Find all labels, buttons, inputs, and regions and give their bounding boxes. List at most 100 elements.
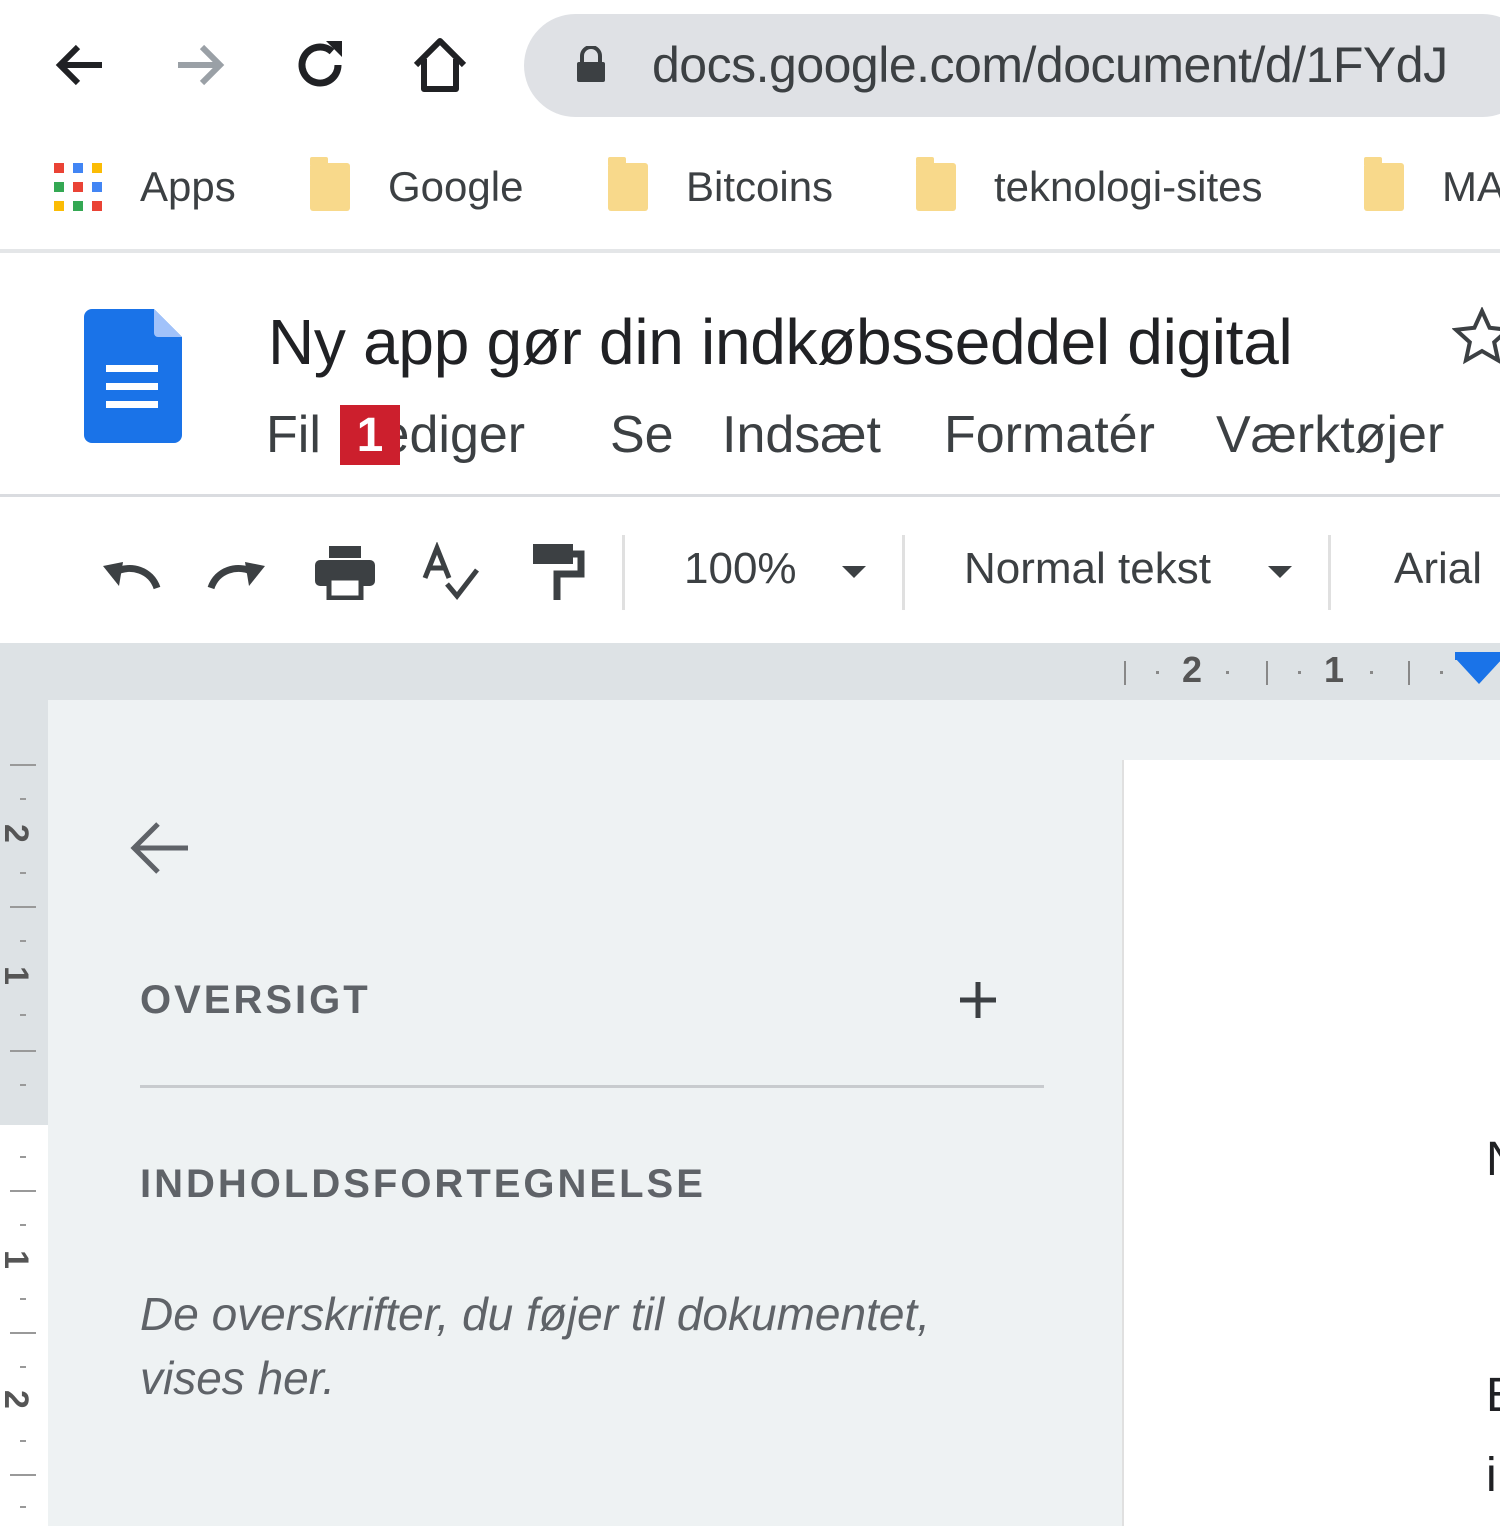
back-button[interactable] bbox=[45, 30, 115, 100]
ruler-tick bbox=[20, 1014, 26, 1016]
toc-title: INDHOLDSFORTEGNELSE bbox=[140, 1162, 706, 1206]
docs-header: Ny app gør din indkøbsseddel digital Fil… bbox=[0, 257, 1500, 497]
arrow-left-icon[interactable] bbox=[128, 818, 192, 878]
ruler-tick bbox=[20, 1440, 26, 1442]
google-docs-icon[interactable] bbox=[84, 309, 182, 443]
arrow-right-icon bbox=[178, 44, 225, 86]
font-select[interactable]: Arial bbox=[1394, 544, 1482, 594]
arrow-left-icon bbox=[55, 44, 102, 86]
ruler-tick bbox=[20, 1156, 26, 1158]
outline-divider bbox=[140, 1085, 1044, 1088]
ruler-tick bbox=[20, 1366, 26, 1368]
ruler-tick bbox=[10, 1050, 36, 1052]
bookmark-label: teknologi-sites bbox=[994, 163, 1263, 210]
forward-button[interactable] bbox=[165, 30, 235, 100]
callout-badge: 1 bbox=[340, 405, 400, 465]
bookmark-google[interactable]: Google bbox=[310, 157, 523, 217]
url-text: docs.google.com/document/d/1FYdJ bbox=[652, 37, 1448, 93]
undo-button[interactable] bbox=[96, 540, 166, 604]
folder-icon bbox=[916, 157, 956, 211]
folder-icon bbox=[1364, 157, 1404, 211]
bookmark-label: MA bbox=[1442, 163, 1500, 210]
spellcheck-button[interactable] bbox=[416, 540, 486, 604]
folder-icon bbox=[310, 157, 350, 211]
ruler-tick bbox=[20, 1506, 26, 1508]
toolbar-divider bbox=[1328, 535, 1331, 610]
outline-empty-hint: De overskrifter, du føjer til dokumentet… bbox=[140, 1288, 930, 1404]
page-text: i bbox=[1486, 1449, 1497, 1502]
home-icon bbox=[413, 38, 467, 92]
outline-section-title: OVERSIGT bbox=[140, 978, 371, 1022]
ruler-tick bbox=[1266, 661, 1268, 685]
document-title[interactable]: Ny app gør din indkøbsseddel digital bbox=[268, 305, 1293, 379]
bookmark-label: Apps bbox=[140, 163, 236, 210]
ruler-tick bbox=[1408, 661, 1410, 685]
undo-icon bbox=[103, 562, 161, 590]
ruler-tick bbox=[10, 1332, 36, 1334]
style-select[interactable]: Normal tekst bbox=[964, 544, 1211, 594]
bookmark-teknologi-sites[interactable]: teknologi-sites bbox=[916, 157, 1262, 217]
address-bar[interactable]: docs.google.com/document/d/1FYdJ bbox=[524, 14, 1500, 117]
page-text: N bbox=[1486, 1132, 1500, 1187]
paint-format-button[interactable] bbox=[522, 540, 592, 604]
star-icon[interactable] bbox=[1452, 307, 1500, 367]
ruler-tick bbox=[1440, 671, 1443, 674]
ruler-label: 2 bbox=[0, 1390, 35, 1409]
menu-indsaet[interactable]: Indsæt bbox=[722, 405, 881, 465]
spellcheck-icon bbox=[422, 542, 479, 600]
page-text: E bbox=[1486, 1368, 1500, 1423]
redo-icon bbox=[207, 562, 265, 590]
toolbar: 100% Normal tekst Arial bbox=[0, 500, 1500, 643]
bookmark-apps[interactable]: Apps bbox=[52, 157, 236, 217]
ruler-tick bbox=[10, 1190, 36, 1192]
menu-se[interactable]: Se bbox=[610, 405, 674, 465]
ruler-tick bbox=[10, 764, 36, 766]
browser-nav-bar: docs.google.com/document/d/1FYdJ bbox=[0, 0, 1500, 135]
ruler-tick bbox=[10, 906, 36, 908]
ruler-tick bbox=[1370, 671, 1373, 674]
chevron-down-icon[interactable] bbox=[1268, 566, 1292, 578]
redo-button[interactable] bbox=[202, 540, 272, 604]
ruler-tick bbox=[1156, 671, 1159, 674]
folder-icon bbox=[608, 157, 648, 211]
ruler-label: 1 bbox=[0, 1250, 35, 1269]
plus-icon[interactable] bbox=[956, 978, 1000, 1022]
toolbar-divider bbox=[622, 535, 625, 610]
zoom-value[interactable]: 100% bbox=[684, 544, 797, 594]
ruler-tick bbox=[20, 1298, 26, 1300]
ruler-tick bbox=[1298, 671, 1301, 674]
apps-grid-icon bbox=[54, 163, 102, 211]
document-outline-panel: OVERSIGT INDHOLDSFORTEGNELSE De overskri… bbox=[48, 700, 1118, 1526]
ruler-label: 2 bbox=[1182, 649, 1203, 690]
reload-icon bbox=[298, 41, 342, 87]
paint-format-icon bbox=[533, 544, 585, 600]
horizontal-ruler: 2 1 bbox=[0, 643, 1500, 700]
ruler-tick bbox=[20, 1084, 26, 1086]
indent-marker-triangle[interactable] bbox=[1455, 658, 1500, 684]
bookmark-bitcoins[interactable]: Bitcoins bbox=[608, 157, 833, 217]
ruler-label: 1 bbox=[1324, 649, 1345, 690]
bookmark-label: Google bbox=[388, 163, 524, 210]
reload-button[interactable] bbox=[285, 30, 355, 100]
bookmarks-bar: Apps Google Bitcoins teknologi-sites MA bbox=[0, 135, 1500, 253]
ruler-tick bbox=[1124, 661, 1126, 685]
menu-fil[interactable]: Fil bbox=[266, 405, 321, 465]
menu-formater[interactable]: Formatér bbox=[944, 405, 1155, 465]
ruler-tick bbox=[1226, 671, 1229, 674]
vertical-ruler: 2 1 1 2 bbox=[0, 700, 48, 1526]
ruler-tick bbox=[20, 1224, 26, 1226]
document-page[interactable]: N E i bbox=[1122, 760, 1500, 1526]
ruler-tick bbox=[20, 872, 26, 874]
menu-vaerktojer[interactable]: Værktøjer bbox=[1216, 405, 1444, 465]
ruler-label: 2 bbox=[0, 824, 35, 843]
ruler-tick bbox=[20, 798, 26, 800]
browser-window: docs.google.com/document/d/1FYdJ Apps Go… bbox=[0, 0, 1500, 1526]
ruler-tick bbox=[20, 940, 26, 942]
print-icon bbox=[315, 546, 375, 600]
ruler-tick bbox=[10, 1474, 36, 1476]
lock-icon bbox=[577, 46, 605, 82]
home-button[interactable] bbox=[405, 30, 475, 100]
bookmark-ma[interactable]: MA bbox=[1364, 157, 1500, 217]
chevron-down-icon[interactable] bbox=[842, 566, 866, 578]
print-button[interactable] bbox=[310, 540, 380, 604]
